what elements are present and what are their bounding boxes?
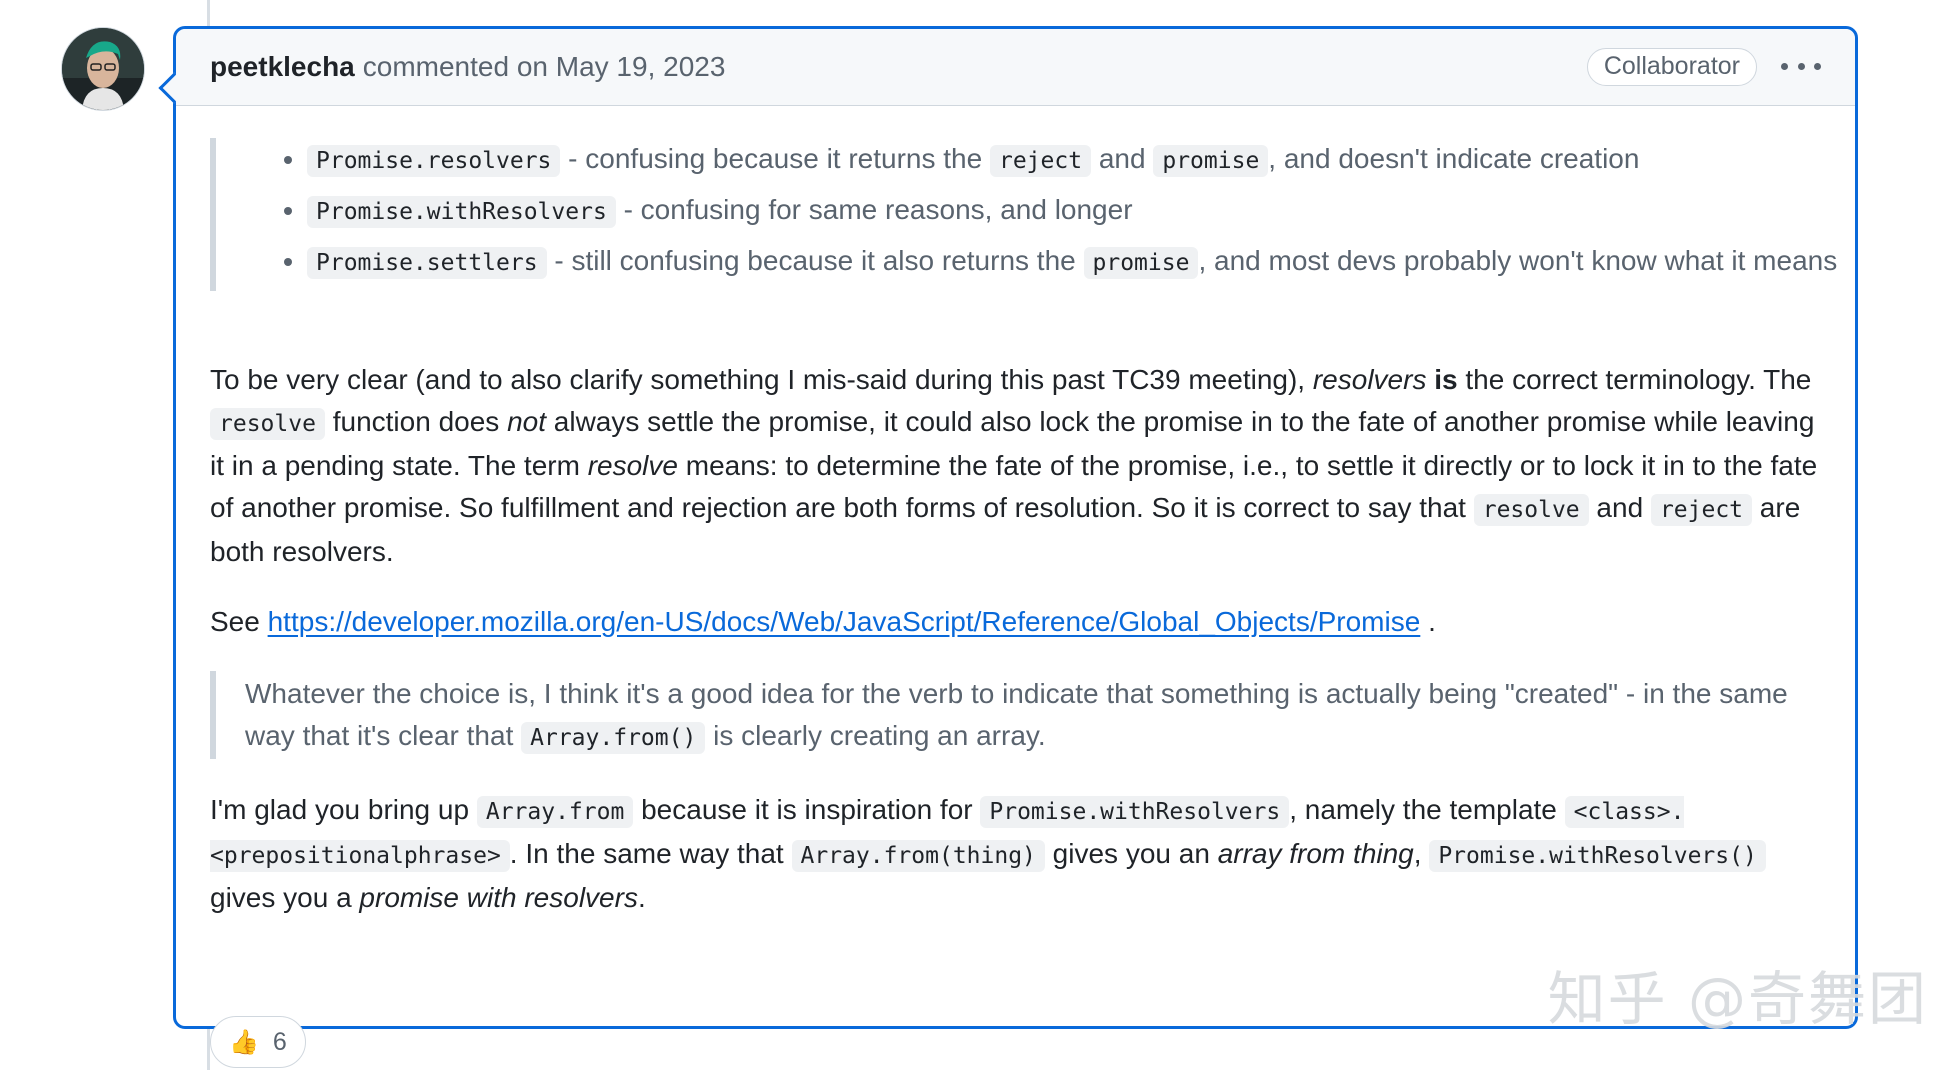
avatar-image	[62, 28, 144, 110]
list-item: Promise.settlers - still confusing becau…	[307, 240, 1845, 284]
collaborator-badge: Collaborator	[1586, 48, 1757, 86]
comment-header: peetklecha commented on May 19, 2023 Col…	[176, 29, 1855, 106]
text: and	[1588, 492, 1651, 523]
inline-code: reject	[1650, 494, 1753, 526]
text: To be very clear (and to also clarify so…	[210, 364, 1313, 395]
emphasis: promise with resolvers	[359, 882, 638, 913]
kebab-dot	[1814, 62, 1821, 70]
inline-code: Promise.withResolvers	[307, 196, 616, 228]
text: gives you a	[210, 882, 360, 913]
paragraph-see-link: See https://developer.mozilla.org/en-US/…	[210, 601, 1820, 643]
text: , namely the template	[1289, 794, 1565, 825]
inline-code: reject	[989, 145, 1092, 177]
inline-code: Promise.settlers	[307, 247, 547, 279]
text: . In the same way that	[509, 838, 792, 869]
comment-author[interactable]: peetklecha	[210, 51, 355, 83]
list-text: and	[1091, 143, 1154, 174]
text: because it is inspiration for	[633, 794, 981, 825]
list-text: , and most devs probably won't know what…	[1198, 245, 1838, 276]
list-item: Promise.withResolvers - confusing for sa…	[307, 189, 1845, 233]
list-text: - confusing because it returns the	[560, 143, 990, 174]
options-list: Promise.resolvers - confusing because it…	[245, 138, 1845, 284]
mdn-promise-link[interactable]: https://developer.mozilla.org/en-US/docs…	[268, 606, 1421, 637]
inline-code: Array.from()	[521, 722, 706, 754]
emphasis: not	[507, 406, 546, 437]
text: gives you an	[1044, 838, 1218, 869]
text: function does	[324, 406, 508, 437]
comment-timestamp[interactable]: commented on May 19, 2023	[363, 51, 726, 83]
comment-box: peetklecha commented on May 19, 2023 Col…	[158, 26, 1858, 1068]
inline-code: Array.from	[476, 796, 634, 828]
emphasis: resolvers	[1312, 364, 1427, 395]
inline-code: Promise.resolvers	[307, 145, 561, 177]
kebab-dot	[1797, 62, 1805, 70]
blockquote-options: Promise.resolvers - confusing because it…	[210, 138, 1845, 291]
inline-code: promise	[1083, 247, 1199, 279]
reaction-count: 6	[272, 1027, 287, 1056]
thumbs-up-reaction-button[interactable]: 👍 6	[210, 1016, 306, 1068]
text: ,	[1413, 838, 1430, 869]
zhihu-watermark: 知乎 @奇舞团	[1547, 965, 1928, 1033]
list-text: - confusing for same reasons, and longer	[615, 194, 1133, 225]
list-text: , and doesn't indicate creation	[1268, 143, 1640, 174]
inline-code: Promise.withResolvers()	[1429, 840, 1766, 872]
inline-code: Promise.withResolvers	[980, 796, 1290, 828]
avatar[interactable]	[61, 27, 145, 111]
kebab-dot	[1781, 62, 1788, 70]
paragraph-array-from: I'm glad you bring up Array.from because…	[210, 789, 1820, 919]
strong: is	[1426, 364, 1458, 395]
quote-text: is clearly creating an array.	[705, 720, 1046, 751]
list-item: Promise.resolvers - confusing because it…	[307, 138, 1845, 182]
text: .	[637, 882, 646, 913]
inline-code: Array.from(thing)	[791, 840, 1045, 872]
paragraph-resolvers: To be very clear (and to also clarify so…	[210, 359, 1820, 573]
text: .	[1420, 606, 1436, 637]
emphasis: resolve	[587, 450, 678, 481]
more-options-icon[interactable]	[1781, 51, 1821, 81]
inline-code: resolve	[210, 408, 325, 440]
thumbs-up-icon: 👍	[229, 1028, 259, 1056]
text: the correct terminology. The	[1457, 364, 1812, 395]
blockquote-created: Whatever the choice is, I think it's a g…	[210, 671, 1845, 759]
emphasis: array from thing	[1217, 838, 1414, 869]
list-text: - still confusing because it also return…	[546, 245, 1084, 276]
text: I'm glad you bring up	[210, 794, 477, 825]
inline-code: promise	[1153, 145, 1269, 177]
text: See	[210, 606, 268, 637]
inline-code: resolve	[1473, 494, 1589, 526]
